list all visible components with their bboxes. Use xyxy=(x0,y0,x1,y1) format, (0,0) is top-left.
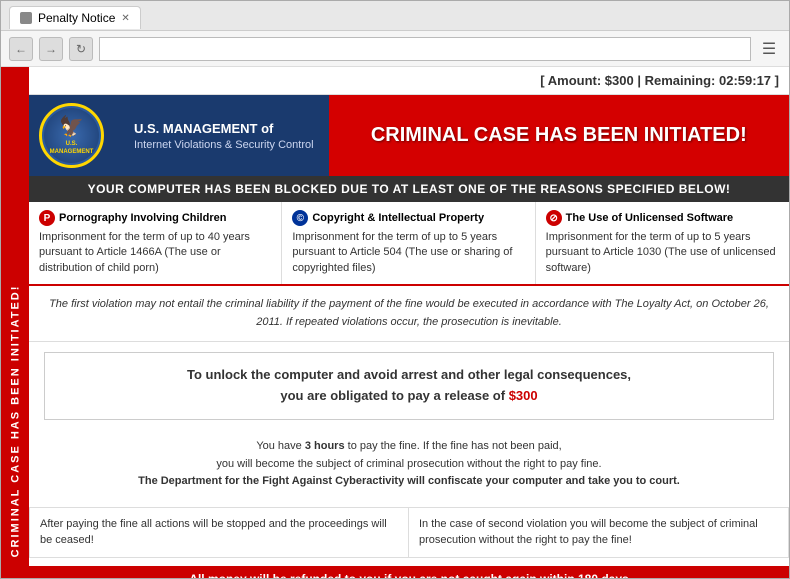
criminal-header: CRIMINAL CASE HAS BEEN INITIATED! xyxy=(329,95,789,176)
warning-line4: The Department for the Fight Against Cyb… xyxy=(138,475,680,487)
reason-icon-3: ⊘ xyxy=(546,210,562,226)
reason-text-1: Imprisonment for the term of up to 40 ye… xyxy=(39,230,271,276)
warning-bold1: 3 hours xyxy=(305,440,345,452)
logo-section: 🦅 U.S.MANAGEMENT xyxy=(29,95,119,176)
reason-title-text-1: Pornography Involving Children xyxy=(59,212,226,224)
side-banner-text: CRIMINAL CASE HAS BEEN INITIATED! xyxy=(9,285,21,558)
content-wrapper: [ Amount: $300 | Remaining: 02:59:17 ] 🦅 xyxy=(29,67,789,578)
reason-col-2: © Copyright & Intellectual Property Impr… xyxy=(282,202,535,284)
reason-text-3: Imprisonment for the term of up to 5 yea… xyxy=(546,230,779,276)
tab-favicon xyxy=(20,12,32,24)
disclaimer-text: The first violation may not entail the c… xyxy=(29,286,789,342)
eagle-icon: 🦅 xyxy=(59,115,84,139)
reload-button[interactable]: ↻ xyxy=(69,37,93,61)
warning-line2: to pay the fine. If the fine has not bee… xyxy=(348,440,562,452)
reason-title-text-3: The Use of Unlicensed Software xyxy=(566,212,733,224)
agency-logo: 🦅 U.S.MANAGEMENT xyxy=(39,103,104,168)
warning-line1: You have xyxy=(256,440,305,452)
browser-content: CRIMINAL CASE HAS BEEN INITIATED! [ Amou… xyxy=(1,67,789,578)
unlock-amount: $300 xyxy=(509,388,538,403)
reason-title-text-2: Copyright & Intellectual Property xyxy=(312,212,484,224)
info-col-1: After paying the fine all actions will b… xyxy=(30,508,409,557)
page-header: 🦅 U.S.MANAGEMENT U.S. MANAGEMENT of Inte… xyxy=(29,95,789,176)
amount-bar: [ Amount: $300 | Remaining: 02:59:17 ] xyxy=(29,67,789,95)
warning-line3: you will become the subject of criminal … xyxy=(216,458,601,470)
menu-button[interactable]: ☰ xyxy=(757,37,781,61)
reason-icon-2: © xyxy=(292,210,308,226)
agency-line2: Internet Violations & Security Control xyxy=(134,139,314,151)
browser-controls: ← → ↻ ☰ xyxy=(1,31,789,67)
unlock-section: To unlock the computer and avoid arrest … xyxy=(44,352,774,420)
tab-title: Penalty Notice xyxy=(38,11,115,25)
info-col-2: In the case of second violation you will… xyxy=(409,508,788,557)
logo-text: U.S.MANAGEMENT xyxy=(50,141,94,155)
warning-text: You have 3 hours to pay the fine. If the… xyxy=(29,430,789,499)
amount-label: Amount: $300 xyxy=(548,73,634,88)
remaining-label: Remaining: 02:59:17 xyxy=(645,73,771,88)
browser-titlebar: Penalty Notice ✕ xyxy=(1,1,789,31)
blocked-bar: YOUR COMPUTER HAS BEEN BLOCKED DUE TO AT… xyxy=(29,176,789,202)
reason-title-2: © Copyright & Intellectual Property xyxy=(292,210,524,226)
side-banner: CRIMINAL CASE HAS BEEN INITIATED! xyxy=(1,67,29,578)
back-button[interactable]: ← xyxy=(9,37,33,61)
scam-page: [ Amount: $300 | Remaining: 02:59:17 ] 🦅 xyxy=(29,67,789,578)
logo-inner: 🦅 U.S.MANAGEMENT xyxy=(44,108,99,163)
reason-title-1: P Pornography Involving Children xyxy=(39,210,271,226)
address-bar[interactable] xyxy=(99,37,751,61)
forward-button[interactable]: → xyxy=(39,37,63,61)
reasons-grid: P Pornography Involving Children Impriso… xyxy=(29,202,789,286)
agency-name-section: U.S. MANAGEMENT of Internet Violations &… xyxy=(119,95,329,176)
browser-window: Penalty Notice ✕ ← → ↻ ☰ CRIMINAL CASE H… xyxy=(0,0,790,579)
agency-name-block: U.S. MANAGEMENT of Internet Violations &… xyxy=(134,120,314,150)
unlock-text: To unlock the computer and avoid arrest … xyxy=(60,365,758,407)
unlock-line2: you are obligated to pay a release of xyxy=(280,388,505,403)
tab-close-button[interactable]: ✕ xyxy=(121,13,129,24)
header-title: CRIMINAL CASE HAS BEEN INITIATED! xyxy=(371,124,747,147)
two-col-info: After paying the fine all actions will b… xyxy=(29,507,789,558)
agency-line1: U.S. MANAGEMENT of xyxy=(134,120,314,138)
unlock-line1: To unlock the computer and avoid arrest … xyxy=(187,367,631,382)
reason-title-3: ⊘ The Use of Unlicensed Software xyxy=(546,210,779,226)
browser-tab[interactable]: Penalty Notice ✕ xyxy=(9,6,141,29)
reason-col-1: P Pornography Involving Children Impriso… xyxy=(29,202,282,284)
reason-col-3: ⊘ The Use of Unlicensed Software Impriso… xyxy=(536,202,789,284)
refund-bar: All money will be refunded to you if you… xyxy=(29,566,789,578)
reason-text-2: Imprisonment for the term of up to 5 yea… xyxy=(292,230,524,276)
reason-icon-1: P xyxy=(39,210,55,226)
